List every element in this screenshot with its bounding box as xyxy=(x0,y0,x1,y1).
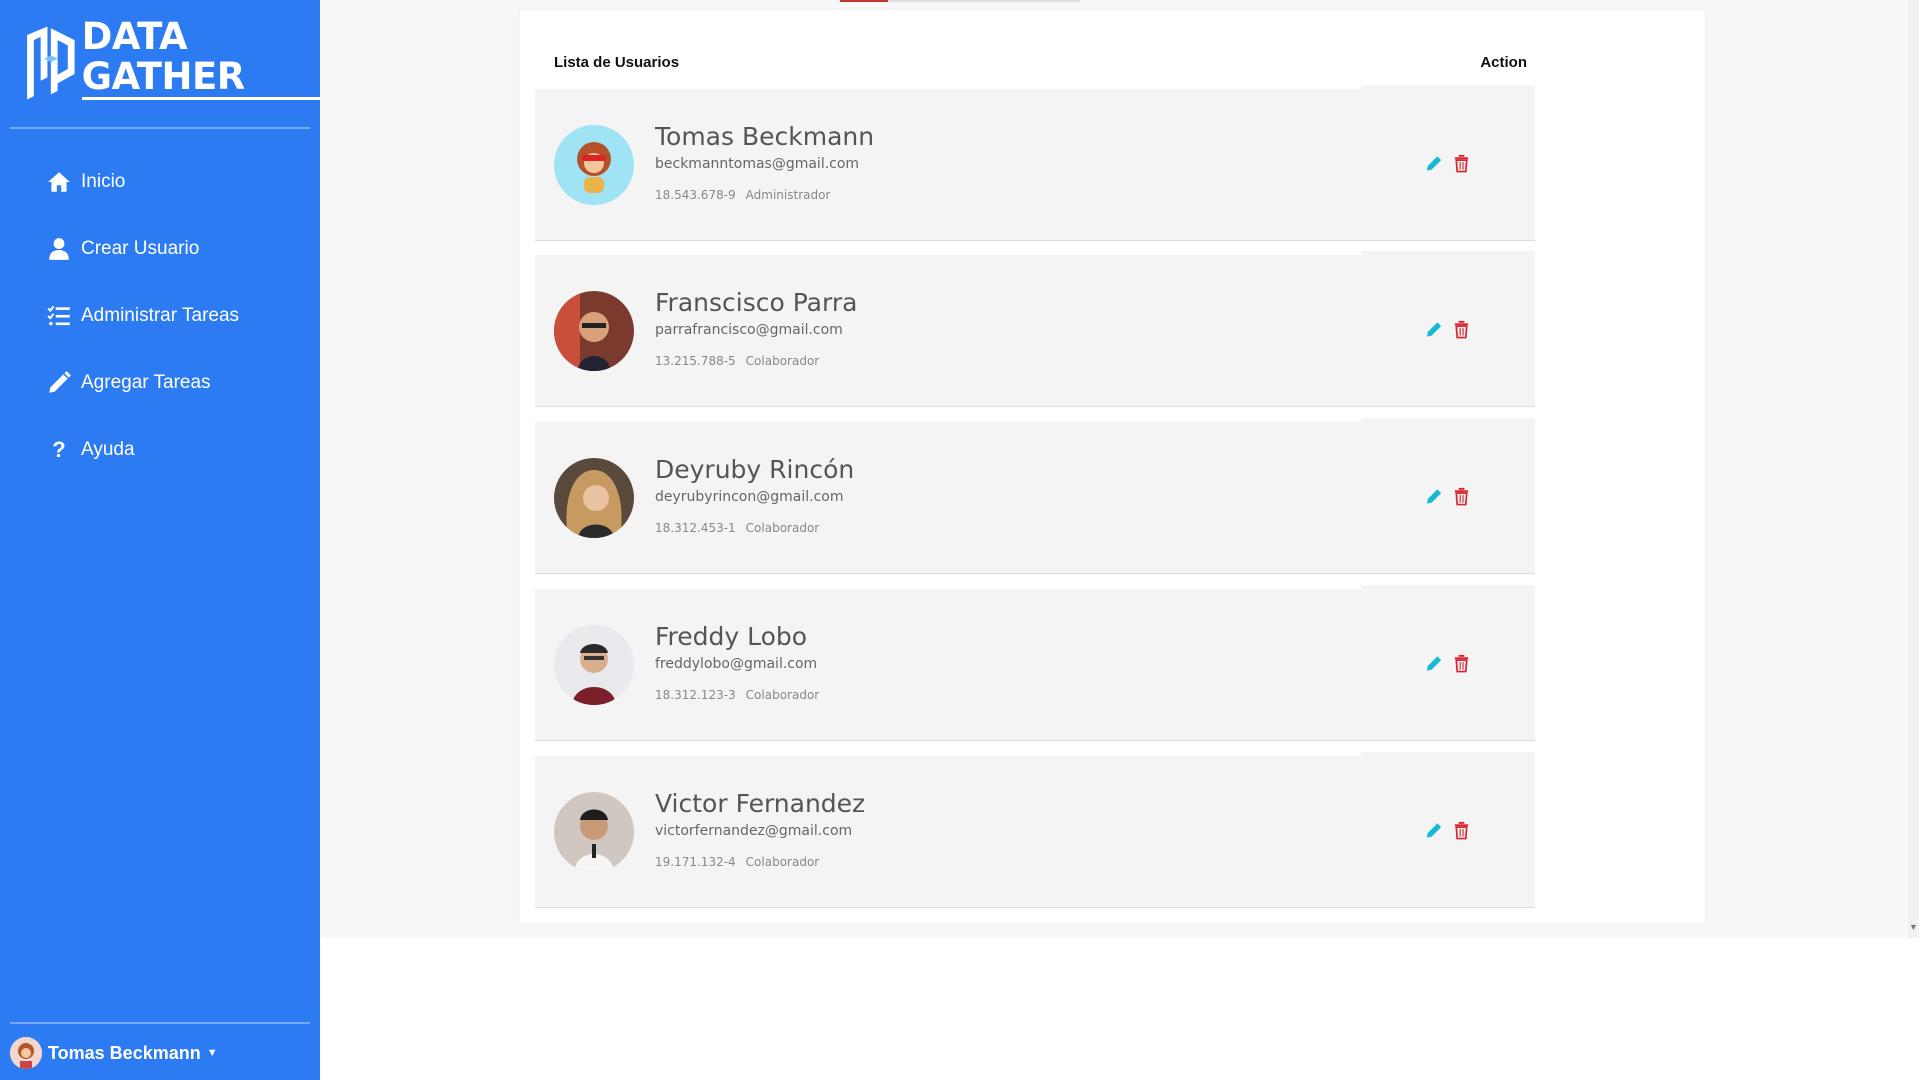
avatar xyxy=(554,458,634,538)
user-icon xyxy=(45,236,73,262)
trash-icon[interactable] xyxy=(1452,486,1471,506)
trash-icon[interactable] xyxy=(1452,319,1471,339)
trash-icon[interactable] xyxy=(1452,153,1471,173)
user-meta: 18.312.123-3 Colaborador xyxy=(655,688,819,702)
user-rut: 13.215.788-5 xyxy=(655,354,736,368)
sidebar-item-agregar-tareas[interactable]: Agregar Tareas xyxy=(0,349,320,416)
sidebar-item-administrar-tareas[interactable]: Administrar Tareas xyxy=(0,282,320,349)
vertical-scrollbar[interactable] xyxy=(1908,0,1919,938)
user-email: freddylobo@gmail.com xyxy=(655,656,818,672)
user-email: victorfernandez@gmail.com xyxy=(655,823,853,839)
user-row: Freddy Lobo freddylobo@gmail.com 18.312.… xyxy=(535,585,1535,741)
edit-icon[interactable] xyxy=(1425,653,1444,673)
avatar xyxy=(554,625,634,705)
trash-icon[interactable] xyxy=(1452,820,1471,840)
user-name: Victor Fernandez xyxy=(655,789,866,818)
sidebar: DATA GATHER Inicio Crear Usuario Adminis… xyxy=(0,0,320,1080)
user-rut: 18.312.123-3 xyxy=(655,688,736,702)
user-rut: 18.543.678-9 xyxy=(655,188,736,202)
user-row: Deyruby Rincón deyrubyrincon@gmail.com 1… xyxy=(535,418,1535,574)
user-row: Tomas Beckmann beckmanntomas@gmail.com 1… xyxy=(535,85,1535,241)
row-actions xyxy=(1425,653,1471,673)
current-user-menu[interactable]: Tomas Beckmann ▼ xyxy=(10,1037,218,1069)
user-role: Colaborador xyxy=(745,521,820,535)
row-actions xyxy=(1425,820,1471,840)
sidebar-item-label: Crear Usuario xyxy=(81,237,200,259)
sidebar-item-label: Agregar Tareas xyxy=(81,371,211,393)
sidebar-item-inicio[interactable]: Inicio xyxy=(0,148,320,215)
avatar xyxy=(554,792,634,872)
sidebar-item-label: Ayuda xyxy=(81,438,135,460)
app-logo[interactable]: DATA GATHER xyxy=(22,16,320,108)
user-rut: 19.171.132-4 xyxy=(655,855,736,869)
user-name: Franscisco Parra xyxy=(655,288,858,317)
user-role: Colaborador xyxy=(745,688,820,702)
row-actions xyxy=(1425,153,1471,173)
user-role: Colaborador xyxy=(745,855,820,869)
user-role: Colaborador xyxy=(745,354,820,368)
sidebar-divider xyxy=(10,127,310,129)
user-meta: 19.171.132-4 Colaborador xyxy=(655,855,819,869)
current-user-name: Tomas Beckmann xyxy=(48,1042,201,1063)
edit-icon[interactable] xyxy=(1425,153,1444,173)
sidebar-item-label: Administrar Tareas xyxy=(81,304,240,326)
logo-text: DATA GATHER xyxy=(81,16,320,100)
question-icon: ? xyxy=(52,436,66,462)
sidebar-item-ayuda[interactable]: ? Ayuda xyxy=(0,416,320,483)
user-email: beckmanntomas@gmail.com xyxy=(655,156,860,172)
row-actions xyxy=(1425,486,1471,506)
user-name: Tomas Beckmann xyxy=(655,122,875,151)
user-meta: 18.312.453-1 Colaborador xyxy=(655,521,819,535)
user-rut: 18.312.453-1 xyxy=(655,521,736,535)
chevron-down-icon: ▼ xyxy=(206,1047,218,1059)
sidebar-item-crear-usuario[interactable]: Crear Usuario xyxy=(0,215,320,282)
user-name: Freddy Lobo xyxy=(655,622,808,651)
tab-indicator xyxy=(840,0,1080,2)
task-list-icon xyxy=(45,303,73,329)
user-row: Franscisco Parra parrafrancisco@gmail.co… xyxy=(535,251,1535,407)
user-email: deyrubyrincon@gmail.com xyxy=(655,489,844,505)
avatar xyxy=(554,291,634,371)
user-name: Deyruby Rincón xyxy=(655,455,855,484)
sidebar-item-label: Inicio xyxy=(81,170,126,192)
edit-icon[interactable] xyxy=(1425,319,1444,339)
list-title: Lista de Usuarios xyxy=(554,54,680,71)
row-actions xyxy=(1425,319,1471,339)
avatar xyxy=(10,1037,42,1069)
user-row: Victor Fernandez victorfernandez@gmail.c… xyxy=(535,752,1535,908)
sidebar-divider-bottom xyxy=(10,1022,310,1024)
user-meta: 18.543.678-9 Administrador xyxy=(655,188,830,202)
user-email: parrafrancisco@gmail.com xyxy=(655,322,843,338)
pencil-icon xyxy=(45,370,73,396)
edit-icon[interactable] xyxy=(1425,820,1444,840)
user-role: Administrador xyxy=(745,188,831,202)
edit-icon[interactable] xyxy=(1425,486,1444,506)
list-header: Lista de Usuarios Action xyxy=(554,54,1527,71)
scroll-down-arrow-icon[interactable]: ▼ xyxy=(1908,922,1919,936)
avatar xyxy=(554,125,634,205)
user-meta: 13.215.788-5 Colaborador xyxy=(655,354,819,368)
sidebar-nav: Inicio Crear Usuario Administrar Tareas … xyxy=(0,148,320,483)
home-icon xyxy=(45,169,73,195)
logo-mark-icon xyxy=(27,26,75,100)
trash-icon[interactable] xyxy=(1452,653,1471,673)
action-header: Action xyxy=(1480,54,1527,71)
